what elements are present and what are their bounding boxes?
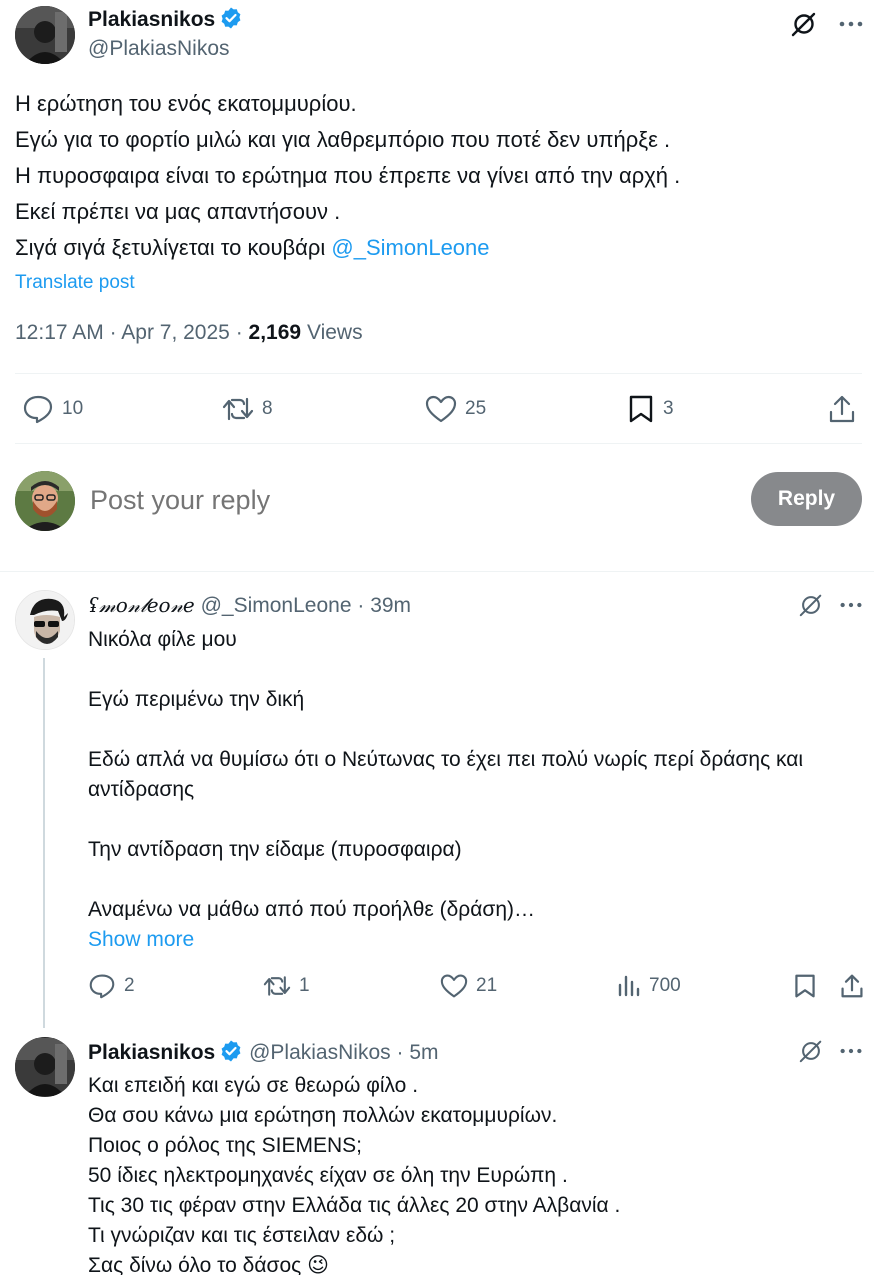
share-icon [840,973,864,999]
repost-button[interactable]: 8 [222,394,273,424]
views-count: 2,169 [248,321,302,344]
reply-author-avatar[interactable] [15,1037,75,1097]
share-button[interactable] [828,394,856,424]
like-button[interactable]: 21 [440,973,497,999]
meta-separator: · [357,594,365,617]
author-avatar[interactable] [15,6,75,64]
share-button[interactable] [840,973,864,999]
reply-paragraph: Εδώ απλά να θυμίσω ότι ο Νεύτωνας το έχε… [88,748,804,801]
meta-separator: · [235,321,243,344]
reply-time[interactable]: 39m [370,594,411,617]
repost-icon [263,973,291,999]
mention-link[interactable]: @_SimonLeone [331,235,489,260]
tweet-line: Εκεί πρέπει να μας απαντήσουν . [15,199,341,224]
reply-count: 2 [124,975,135,996]
translate-post-link[interactable]: Translate post [15,272,135,294]
bookmark-icon [793,973,817,999]
reply-author-handle[interactable]: @_SimonLeone [201,594,352,617]
bookmark-button[interactable]: 3 [627,394,674,424]
reply-time[interactable]: 5m [409,1041,438,1064]
grok-icon[interactable] [798,1038,824,1064]
tweet-meta: 12:17 AM · Apr 7, 2025 · 2,169 Views [15,321,363,345]
grok-icon[interactable] [798,592,824,618]
like-count: 21 [476,975,498,996]
heart-icon [425,394,457,424]
reply-line: Και επειδή και εγώ σε θεωρώ φίλο . [88,1074,419,1097]
reply-author-name[interactable]: ʢ𝓂𝑜𝓃𝓁𝑒𝑜𝓃𝑒 [88,593,195,617]
thread-connector [43,658,45,1028]
divider [0,571,874,572]
reply-author-handle[interactable]: @PlakiasNikos [249,1041,391,1064]
tweet-text: Η ερώτηση του ενός εκατομμυρίου. Εγώ για… [15,86,865,266]
reply-line: Τι γνώριζαν και τις έστειλαν εδώ ; [88,1224,396,1247]
reply-line-text: Σας δίνω όλο το δάσος [88,1254,302,1275]
reply-line: 50 ίδιες ηλεκτρομηχανές είχαν σε όλη την… [88,1164,568,1187]
tweet-line: Εγώ για το φορτίο μιλώ και για λαθρεμπόρ… [15,127,671,152]
bookmark-icon [627,394,655,424]
verified-badge-icon [219,1039,243,1063]
views-button[interactable]: 700 [617,973,681,999]
repost-button[interactable]: 1 [263,973,310,999]
divider [15,373,862,374]
reply-header: Plakiasnikos @PlakiasNikos · 5m [88,1039,439,1065]
bookmark-button[interactable] [793,973,817,999]
more-options-icon[interactable] [838,1038,864,1064]
reply-paragraph: Νικόλα φίλε μου [88,628,237,651]
reply-text: Και επειδή και εγώ σε θεωρώ φίλο . Θα σο… [88,1071,868,1275]
reply-icon [88,973,116,999]
repost-count: 1 [299,975,310,996]
reply-author-name[interactable]: Plakiasnikos [88,1041,215,1064]
author-handle[interactable]: @PlakiasNikos [88,37,230,61]
tweet-line: Η πυροσφαιρα είναι το ερώτημα που έπρεπε… [15,163,681,188]
reply-submit-button[interactable]: Reply [751,472,862,526]
like-count: 25 [465,398,487,419]
reply-line: Σας δίνω όλο το δάσος 😉 [88,1251,868,1275]
reply-paragraph: Αναμένω να μάθω από πού προήλθε (δράση)… [88,898,535,921]
views-label: Views [306,321,363,344]
reply-count: 10 [62,398,84,419]
divider [15,443,862,444]
more-options-icon[interactable] [838,592,864,618]
reply-icon [22,394,54,424]
tweet-line: Σιγά σιγά ξετυλίγεται το κουβάρι @_Simon… [15,230,865,266]
reply-author-avatar[interactable] [15,590,75,650]
tweet-line-text: Σιγά σιγά ξετυλίγεται το κουβάρι [15,235,332,260]
author-name[interactable]: Plakiasnikos [88,8,215,31]
grok-icon[interactable] [790,10,818,38]
winking-face-emoji: 😉 [307,1254,329,1275]
reply-line: Τις 30 τις φέραν στην Ελλάδα τις άλλες 2… [88,1194,621,1217]
views-count: 700 [649,975,681,996]
verified-badge-icon [219,6,243,30]
share-icon [828,394,856,424]
current-user-avatar[interactable] [15,471,75,531]
reply-paragraph: Εγώ περιμένω την δική [88,688,305,711]
meta-separator: · [396,1041,404,1064]
more-options-icon[interactable] [838,10,864,38]
repost-icon [222,394,254,424]
reply-header: ʢ𝓂𝑜𝓃𝓁𝑒𝑜𝓃𝑒 @_SimonLeone · 39m [88,593,411,618]
reply-button[interactable]: 10 [22,394,83,424]
analytics-icon [617,973,641,999]
reply-line: Ποιος ο ρόλος της SIEMENS; [88,1134,362,1157]
reply-line: Θα σου κάνω μια ερώτηση πολλών εκατομμυρ… [88,1104,558,1127]
tweet-line: Η ερώτηση του ενός εκατομμυρίου. [15,91,357,116]
reply-text: Νικόλα φίλε μου Εγώ περιμένω την δική Εδ… [88,625,868,955]
bookmark-count: 3 [663,398,674,419]
tweet-date[interactable]: Apr 7, 2025 [121,321,230,344]
meta-separator: · [109,321,117,344]
reply-input[interactable] [90,480,690,520]
show-more-link[interactable]: Show more [88,925,868,955]
reply-paragraph: Την αντίδραση την είδαμε (πυροσφαιρα) [88,838,462,861]
tweet-time[interactable]: 12:17 AM [15,321,104,344]
reply-button[interactable]: 2 [88,973,135,999]
heart-icon [440,973,468,999]
repost-count: 8 [262,398,273,419]
like-button[interactable]: 25 [425,394,486,424]
